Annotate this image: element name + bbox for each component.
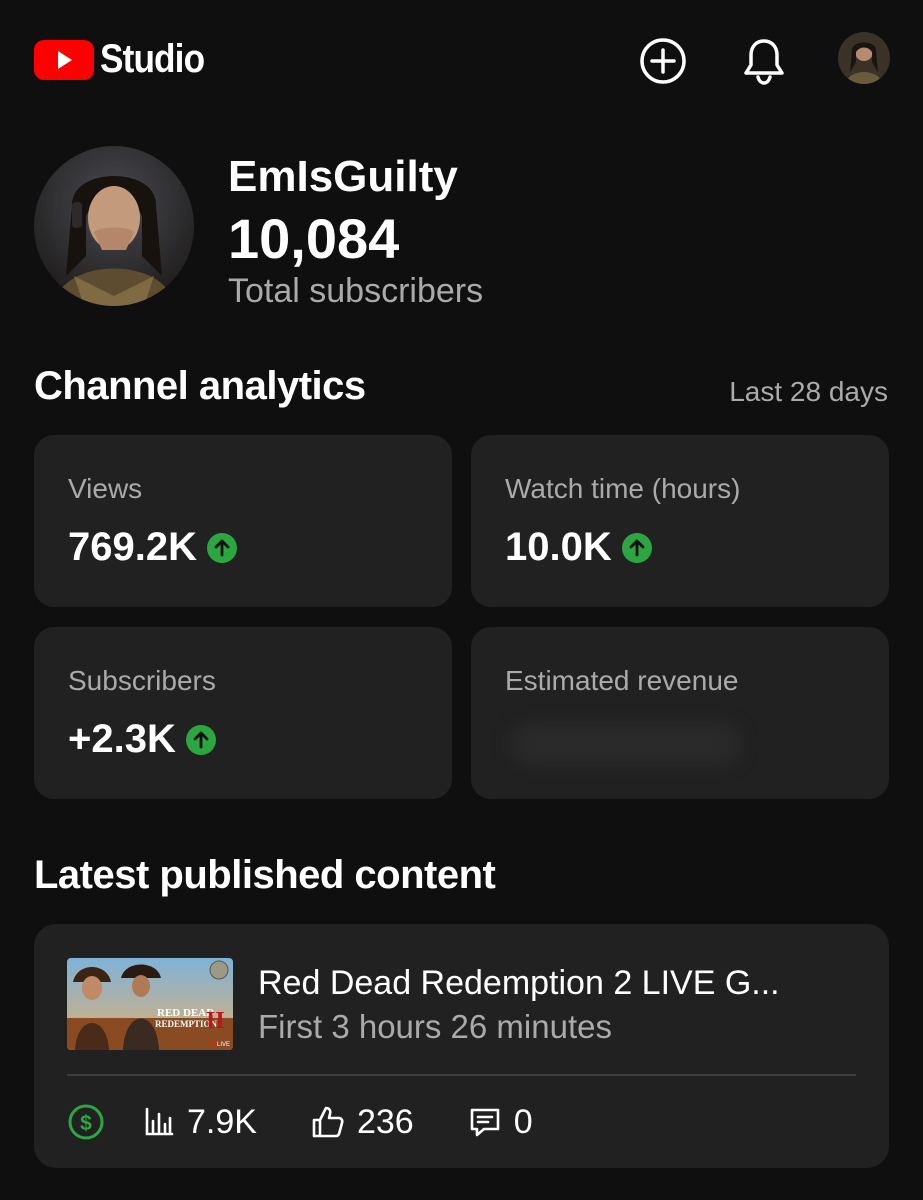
channel-header: EmIsGuilty 10,084 Total subscribers (34, 146, 894, 316)
likes-stat[interactable]: 236 (311, 1103, 414, 1142)
channel-name: EmIsGuilty (228, 152, 458, 201)
monetization-dollar-icon[interactable]: $ (67, 1103, 105, 1141)
comment-icon (468, 1105, 502, 1139)
video-thumbnail[interactable]: RED DEAD REDEMPTION II LIVE (67, 958, 233, 1050)
divider (67, 1074, 856, 1076)
channel-avatar[interactable] (34, 146, 194, 306)
watch-time-label: Watch time (hours) (505, 473, 741, 504)
revenue-value-blurred (511, 723, 741, 765)
views-value: 769.2K (68, 525, 197, 569)
watch-time-value-row: 10.0K (505, 525, 652, 570)
account-avatar[interactable] (838, 32, 890, 84)
watch-time-card[interactable]: Watch time (hours) 10.0K (471, 435, 889, 607)
video-stats: $ 7.9K 236 0 (67, 1100, 533, 1144)
bar-chart-icon (143, 1106, 175, 1138)
notifications-bell-icon[interactable] (738, 35, 790, 87)
revenue-label: Estimated revenue (505, 665, 739, 696)
views-card[interactable]: Views 769.2K (34, 435, 452, 607)
subscriber-count: 10,084 (228, 207, 400, 270)
comments-count: 0 (513, 1102, 533, 1141)
trend-up-icon (621, 532, 652, 563)
views-value-row: 769.2K (68, 525, 237, 570)
views-count: 7.9K (187, 1102, 257, 1141)
views-label: Views (68, 473, 143, 504)
analytics-range[interactable]: Last 28 days (729, 376, 888, 408)
comments-stat[interactable]: 0 (468, 1103, 533, 1142)
thumb-numeral: II (206, 1008, 225, 1034)
top-bar: Studio (0, 0, 923, 118)
subscribers-card[interactable]: Subscribers +2.3K (34, 627, 452, 799)
youtube-play-icon (34, 39, 94, 80)
views-stat[interactable]: 7.9K (143, 1103, 257, 1142)
watch-time-value: 10.0K (505, 525, 612, 569)
latest-video-card[interactable]: RED DEAD REDEMPTION II LIVE Red Dead Red… (34, 924, 889, 1168)
latest-content-title: Latest published content (34, 853, 496, 897)
subscribers-value: +2.3K (68, 717, 176, 761)
thumbs-up-icon (311, 1105, 345, 1139)
revenue-card[interactable]: Estimated revenue (471, 627, 889, 799)
thumb-live-badge: LIVE (217, 1042, 230, 1048)
logo-text: Studio (100, 37, 205, 81)
analytics-title: Channel analytics (34, 364, 366, 408)
video-subtitle: First 3 hours 26 minutes (258, 1008, 612, 1045)
trend-up-icon (185, 724, 216, 755)
subscribers-value-row: +2.3K (68, 717, 216, 762)
svg-text:$: $ (80, 1112, 92, 1135)
video-title[interactable]: Red Dead Redemption 2 LIVE G... (258, 964, 780, 1003)
subscribers-label: Subscribers (68, 665, 216, 696)
youtube-studio-logo[interactable]: Studio (34, 37, 218, 82)
subscriber-label: Total subscribers (228, 272, 484, 310)
trend-up-icon (206, 532, 237, 563)
likes-count: 236 (356, 1102, 414, 1141)
create-plus-icon[interactable] (637, 35, 689, 87)
